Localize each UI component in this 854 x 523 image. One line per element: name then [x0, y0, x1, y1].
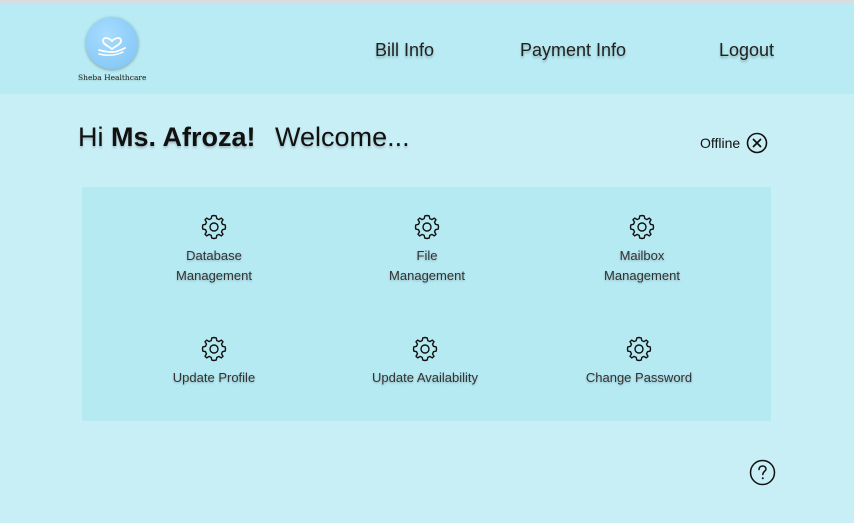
gear-icon — [412, 336, 438, 362]
tile-label: File Management — [389, 248, 465, 283]
logo[interactable]: Sheba Healthcare — [78, 17, 146, 82]
logo-text: Sheba Healthcare — [78, 73, 147, 82]
nav-logout[interactable]: Logout — [719, 40, 774, 61]
tile-database-management[interactable]: Database Management — [134, 212, 294, 286]
header-bar: Sheba Healthcare Bill Info Payment Info … — [0, 3, 854, 94]
tile-label: Update Availability — [372, 370, 478, 385]
greeting-welcome: Welcome... — [275, 122, 410, 152]
tile-mailbox-management[interactable]: Mailbox Management — [562, 212, 722, 286]
tile-file-management[interactable]: File Management — [347, 212, 507, 286]
management-panel: Database Management File Management Mailbo… — [82, 187, 771, 421]
nav-payment-info[interactable]: Payment Info — [520, 40, 626, 61]
gear-icon — [201, 336, 227, 362]
gear-icon — [626, 336, 652, 362]
tile-update-availability[interactable]: Update Availability — [345, 334, 505, 388]
status-label: Offline — [700, 135, 741, 151]
close-circle-icon[interactable] — [746, 132, 768, 154]
tile-change-password[interactable]: Change Password — [559, 334, 719, 388]
tile-label: Update Profile — [172, 370, 256, 385]
status-indicator[interactable]: Offline — [700, 132, 768, 154]
greeting: Hi Ms. Afroza! Welcome... — [78, 122, 410, 153]
gear-icon — [414, 214, 440, 240]
heart-hand-icon — [86, 17, 138, 69]
tile-update-profile[interactable]: Update Profile — [134, 334, 294, 388]
tile-label: Mailbox Management — [604, 248, 680, 283]
tile-label: Database Management — [176, 248, 252, 283]
greeting-user-name: Ms. Afroza! — [111, 122, 256, 152]
greeting-hi: Hi — [78, 122, 104, 152]
gear-icon — [629, 214, 655, 240]
tile-label: Change Password — [585, 370, 693, 385]
gear-icon — [201, 214, 227, 240]
nav-bill-info[interactable]: Bill Info — [375, 40, 434, 61]
question-circle-icon[interactable] — [749, 459, 776, 486]
